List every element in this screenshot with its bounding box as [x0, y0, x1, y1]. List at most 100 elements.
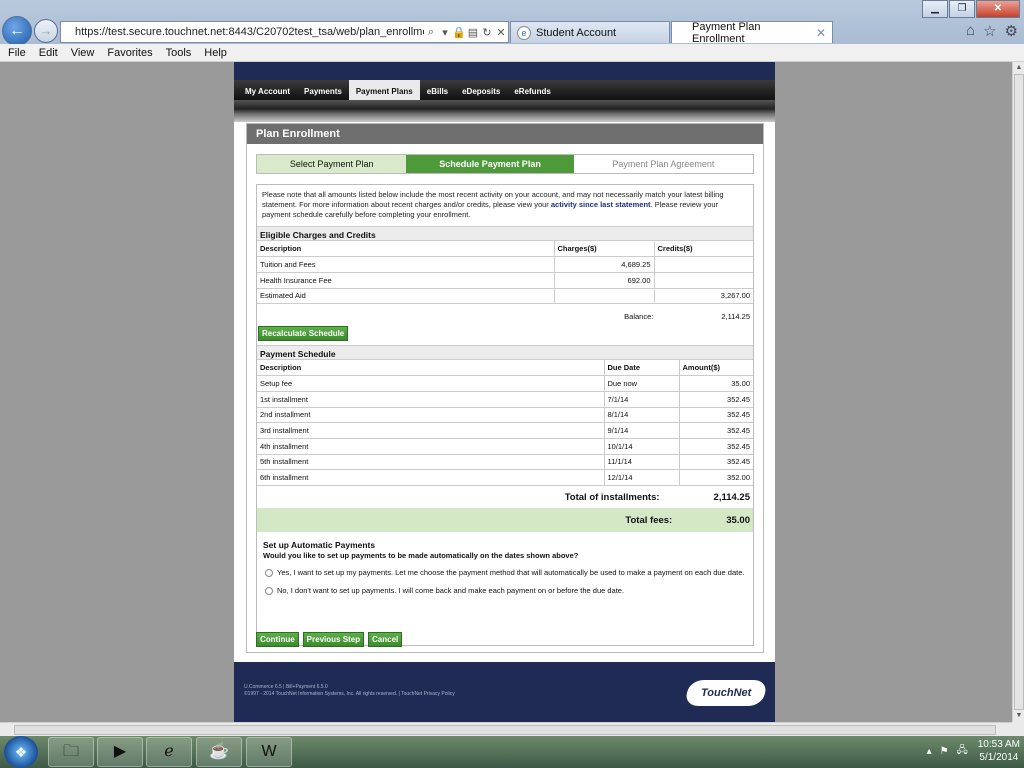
menu-bar: File Edit View Favorites Tools Help	[0, 44, 1024, 62]
dropdown-icon[interactable]: ▾	[438, 26, 452, 39]
cell-amount: 352.45	[679, 407, 753, 424]
cell-credit	[654, 256, 753, 273]
auto-pay-no-label: No, I don't want to set up payments. I w…	[277, 586, 625, 595]
cell-amount: 352.00	[679, 469, 753, 486]
menu-view[interactable]: View	[71, 47, 95, 59]
tab-payment-plan-enrollment[interactable]: Payment Plan Enrollment ✕	[671, 20, 833, 45]
taskbar-java[interactable]: ☕	[196, 737, 242, 767]
balance-value: 2,114.25	[721, 311, 750, 321]
address-url[interactable]: https://test.secure.touchnet.net:8443/C2…	[75, 26, 424, 38]
cancel-button[interactable]: Cancel	[368, 632, 403, 647]
taskbar-media-player[interactable]: ▶	[97, 737, 143, 767]
cell-amount: 352.45	[679, 422, 753, 439]
cell-due-date: 12/1/14	[604, 469, 680, 486]
cell-description: Estimated Aid	[257, 288, 555, 305]
table-row: 4th installment 10/1/14 352.45	[257, 438, 753, 455]
menu-help[interactable]: Help	[204, 47, 227, 59]
cell-amount: 352.45	[679, 454, 753, 471]
close-window-button[interactable]: ✕	[976, 0, 1020, 18]
address-bar[interactable]: https://test.secure.touchnet.net:8443/C2…	[60, 21, 509, 43]
nav-payment-plans[interactable]: Payment Plans	[348, 80, 420, 100]
activity-link[interactable]: activity since last statement	[551, 200, 651, 209]
cell-description: 5th installment	[257, 454, 605, 471]
column-header: Description	[257, 241, 555, 258]
favorites-star-icon[interactable]: ☆	[983, 22, 996, 40]
footer-text: U.Commerce 6.5 | Bill+Payment 6.5.0 ©199…	[244, 684, 455, 698]
info-note: Please note that all amounts listed belo…	[257, 185, 753, 226]
close-tab-icon[interactable]: ✕	[816, 26, 826, 40]
arrow-right-icon: →	[39, 23, 53, 38]
previous-step-button[interactable]: Previous Step	[302, 632, 365, 647]
auto-pay-no-radio[interactable]	[265, 587, 273, 595]
cell-due-date: 11/1/14	[604, 454, 680, 471]
nav-ebills[interactable]: eBills	[420, 80, 455, 100]
lock-icon[interactable]: 🔒	[452, 26, 466, 39]
minimize-button[interactable]: ▁	[922, 0, 948, 18]
footer-copyright: ©1997 - 2014 TouchNet Information System…	[244, 691, 455, 697]
horizontal-scrollbar[interactable]	[0, 722, 1012, 736]
header-band	[234, 62, 775, 80]
menu-file[interactable]: File	[8, 47, 26, 59]
scroll-thumb[interactable]	[14, 725, 996, 735]
plan-content: Please note that all amounts listed belo…	[256, 184, 754, 646]
scroll-down-icon[interactable]: ▼	[1013, 710, 1024, 722]
search-icon[interactable]: ⌕	[424, 26, 438, 39]
arrow-left-icon: ←	[9, 22, 25, 39]
gear-icon[interactable]: ⚙	[1005, 22, 1018, 40]
auto-pay-no-option[interactable]: No, I don't want to set up payments. I w…	[263, 586, 753, 596]
start-button[interactable]: ❖	[4, 736, 38, 768]
automatic-payments-title: Set up Automatic Payments	[263, 540, 376, 550]
nav-my-account[interactable]: My Account	[238, 80, 297, 100]
cell-credit	[654, 272, 753, 289]
auto-pay-yes-label: Yes, I want to set up my payments. Let m…	[277, 568, 745, 577]
nav-payments[interactable]: Payments	[297, 80, 349, 100]
scroll-corner	[1012, 722, 1024, 736]
show-hidden-icons[interactable]: ▴	[927, 746, 932, 757]
scroll-up-icon[interactable]: ▲	[1013, 62, 1024, 74]
back-button[interactable]: ←	[2, 16, 32, 46]
page-viewport: My Account Payments Payment Plans eBills…	[0, 62, 1012, 722]
scroll-thumb[interactable]	[1014, 74, 1024, 710]
flag-icon[interactable]: ⚑	[940, 746, 949, 757]
ie-icon: ℯ	[164, 743, 174, 760]
auto-pay-yes-radio[interactable]	[265, 569, 273, 577]
cell-due-date: 7/1/14	[604, 391, 680, 408]
charges-section-title: Eligible Charges and Credits	[257, 226, 753, 241]
column-header: Credits($)	[654, 241, 753, 258]
cell-description: 4th installment	[257, 438, 605, 455]
tab-student-account[interactable]: e Student Account	[510, 21, 670, 43]
taskbar-explorer[interactable]: 🗀	[48, 737, 94, 767]
menu-edit[interactable]: Edit	[39, 47, 58, 59]
auto-pay-yes-option[interactable]: Yes, I want to set up my payments. Let m…	[263, 568, 753, 578]
cell-amount: 35.00	[679, 375, 753, 392]
cell-due-date: 9/1/14	[604, 422, 680, 439]
home-icon[interactable]: ⌂	[966, 22, 975, 40]
tab-label: Payment Plan Enrollment	[692, 20, 761, 45]
charges-table: Description Charges($) Credits($) Tuitio…	[257, 241, 753, 305]
recalculate-schedule-button[interactable]: Recalculate Schedule	[258, 326, 349, 341]
stop-icon[interactable]: ✕	[494, 26, 508, 39]
menu-tools[interactable]: Tools	[166, 47, 192, 59]
fees-total-label: Total fees:	[625, 514, 673, 526]
continue-button[interactable]: Continue	[256, 632, 299, 647]
compat-view-icon[interactable]: ▤	[466, 26, 480, 39]
vertical-scrollbar[interactable]: ▲ ▼	[1012, 62, 1024, 722]
menu-favorites[interactable]: Favorites	[107, 47, 152, 59]
nav-erefunds[interactable]: eRefunds	[507, 80, 557, 100]
folder-icon: 🗀	[62, 743, 79, 760]
taskbar-word[interactable]: W	[246, 737, 292, 767]
cell-due-date: 10/1/14	[604, 438, 680, 455]
fees-total-row: Total fees: 35.00	[257, 508, 753, 532]
network-icon[interactable]: 🖧	[957, 743, 968, 760]
fees-total-value: 35.00	[726, 514, 750, 526]
nav-edeposits[interactable]: eDeposits	[455, 80, 507, 100]
maximize-button[interactable]: ❐	[949, 0, 975, 18]
clock[interactable]: 10:53 AM 5/1/2014	[978, 738, 1020, 764]
form-buttons: Continue Previous Step Cancel	[256, 632, 403, 647]
word-icon: W	[261, 743, 277, 760]
refresh-icon[interactable]: ↻	[480, 26, 494, 39]
table-header-row: Description Due Date Amount($)	[257, 360, 753, 377]
table-header-row: Description Charges($) Credits($)	[257, 241, 753, 258]
forward-button[interactable]: →	[34, 19, 58, 43]
taskbar-internet-explorer[interactable]: ℯ	[146, 737, 192, 767]
